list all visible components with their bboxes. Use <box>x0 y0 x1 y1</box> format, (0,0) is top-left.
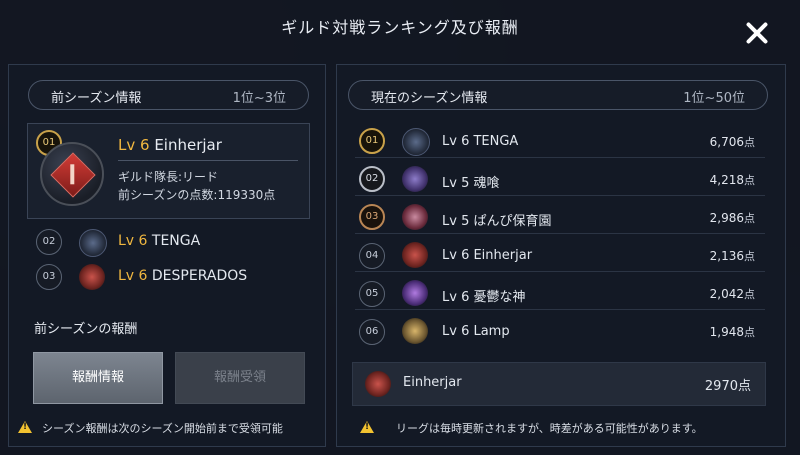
ranking-row[interactable]: 01 Lv 6 TENGA 6,706点 <box>355 124 765 158</box>
divider <box>355 309 765 310</box>
rank-badge: 06 <box>359 319 385 345</box>
guild-score: 2,986点 <box>709 211 755 225</box>
guild-emblem-icon <box>402 204 428 230</box>
list-item[interactable]: Lv 6 TENGA <box>118 233 200 249</box>
guild-name: TENGA <box>151 233 201 249</box>
previous-season-label: 前シーズン情報 <box>51 91 142 106</box>
reward-claim-button: 報酬受領 <box>175 352 305 404</box>
current-season-label: 現在のシーズン情報 <box>371 91 488 106</box>
guild-emblem-icon <box>79 229 107 257</box>
warning-icon <box>360 421 374 433</box>
rank-badge: 03 <box>36 264 62 290</box>
ranking-row[interactable]: 02 Lv 5 魂喰 4,218点 <box>355 162 765 196</box>
my-guild-row: Einherjar 2970点 <box>352 362 766 406</box>
guild-emblem-icon <box>402 166 428 192</box>
previous-season-header: 前シーズン情報 1位~3位 <box>28 80 309 110</box>
guild-name: DESPERADOS <box>151 268 248 284</box>
divider <box>355 157 765 158</box>
rank-badge-bronze: 03 <box>359 204 385 230</box>
current-season-header: 現在のシーズン情報 1位~50位 <box>348 80 768 110</box>
my-guild-name: Einherjar <box>403 375 462 390</box>
close-icon[interactable] <box>744 20 770 46</box>
ranking-row[interactable]: 06 Lv 6 Lamp 1,948点 <box>355 314 765 348</box>
guild-emblem-icon <box>79 264 105 290</box>
guild-name: Lv 5 ぱんぴ保育園 <box>442 214 552 229</box>
featured-guild-level: Lv 6 <box>118 136 150 154</box>
guild-emblem-icon <box>365 371 391 397</box>
guild-emblem-icon <box>40 142 104 206</box>
guild-level: Lv 6 <box>118 268 148 284</box>
guild-name: Lv 6 憂鬱な神 <box>442 290 526 305</box>
guild-score: 6,706点 <box>709 135 755 149</box>
guild-name: Lv 6 TENGA <box>442 134 519 149</box>
rank-badge: 02 <box>36 229 62 255</box>
guild-emblem-icon <box>402 318 428 344</box>
divider <box>355 271 765 272</box>
featured-guild-card[interactable]: 01 Lv 6 Einherjar ギルド隊長:リード 前シーズンの点数:119… <box>27 123 310 219</box>
reward-info-button[interactable]: 報酬情報 <box>33 352 163 404</box>
guild-name: Lv 6 Einherjar <box>442 248 533 263</box>
guild-emblem-icon <box>402 280 428 306</box>
rank-badge: 05 <box>359 281 385 307</box>
divider <box>118 160 298 161</box>
ranking-row[interactable]: 05 Lv 6 憂鬱な神 2,042点 <box>355 276 765 310</box>
featured-guild-name: Lv 6 Einherjar <box>118 136 222 154</box>
reward-section-title: 前シーズンの報酬 <box>34 322 138 337</box>
guild-score: 4,218点 <box>709 173 755 187</box>
featured-guild-title: Einherjar <box>154 136 222 154</box>
my-guild-score: 2970点 <box>704 379 751 394</box>
featured-guild-points: 前シーズンの点数:119330点 <box>118 188 276 202</box>
reward-note: シーズン報酬は次のシーズン開始前まで受領可能 <box>42 422 283 435</box>
rank-badge: 04 <box>359 243 385 269</box>
ranking-row[interactable]: 04 Lv 6 Einherjar 2,136点 <box>355 238 765 272</box>
divider <box>355 233 765 234</box>
rank-badge-silver: 02 <box>359 166 385 192</box>
guild-name: Lv 5 魂喰 <box>442 176 500 191</box>
guild-score: 2,042点 <box>709 287 755 301</box>
previous-season-range: 1位~3位 <box>232 91 286 106</box>
featured-guild-leader: ギルド隊長:リード <box>118 170 219 184</box>
guild-level: Lv 6 <box>118 233 148 249</box>
league-note: リーグは毎時更新されますが、時差がある可能性があります。 <box>396 422 703 435</box>
guild-emblem-icon <box>402 128 430 156</box>
modal-title: ギルド対戦ランキング及び報酬 <box>281 18 519 37</box>
ranking-modal: ギルド対戦ランキング及び報酬 前シーズン情報 1位~3位 01 Lv 6 Ein… <box>0 0 800 455</box>
guild-emblem-icon <box>402 242 428 268</box>
warning-icon <box>18 421 32 433</box>
guild-score: 2,136点 <box>709 249 755 263</box>
guild-score: 1,948点 <box>709 325 755 339</box>
rank-badge-gold: 01 <box>359 128 385 154</box>
guild-name: Lv 6 Lamp <box>442 324 510 339</box>
list-item[interactable]: Lv 6 DESPERADOS <box>118 268 247 284</box>
divider <box>355 195 765 196</box>
ranking-row[interactable]: 03 Lv 5 ぱんぴ保育園 2,986点 <box>355 200 765 234</box>
current-season-range: 1位~50位 <box>683 91 745 106</box>
